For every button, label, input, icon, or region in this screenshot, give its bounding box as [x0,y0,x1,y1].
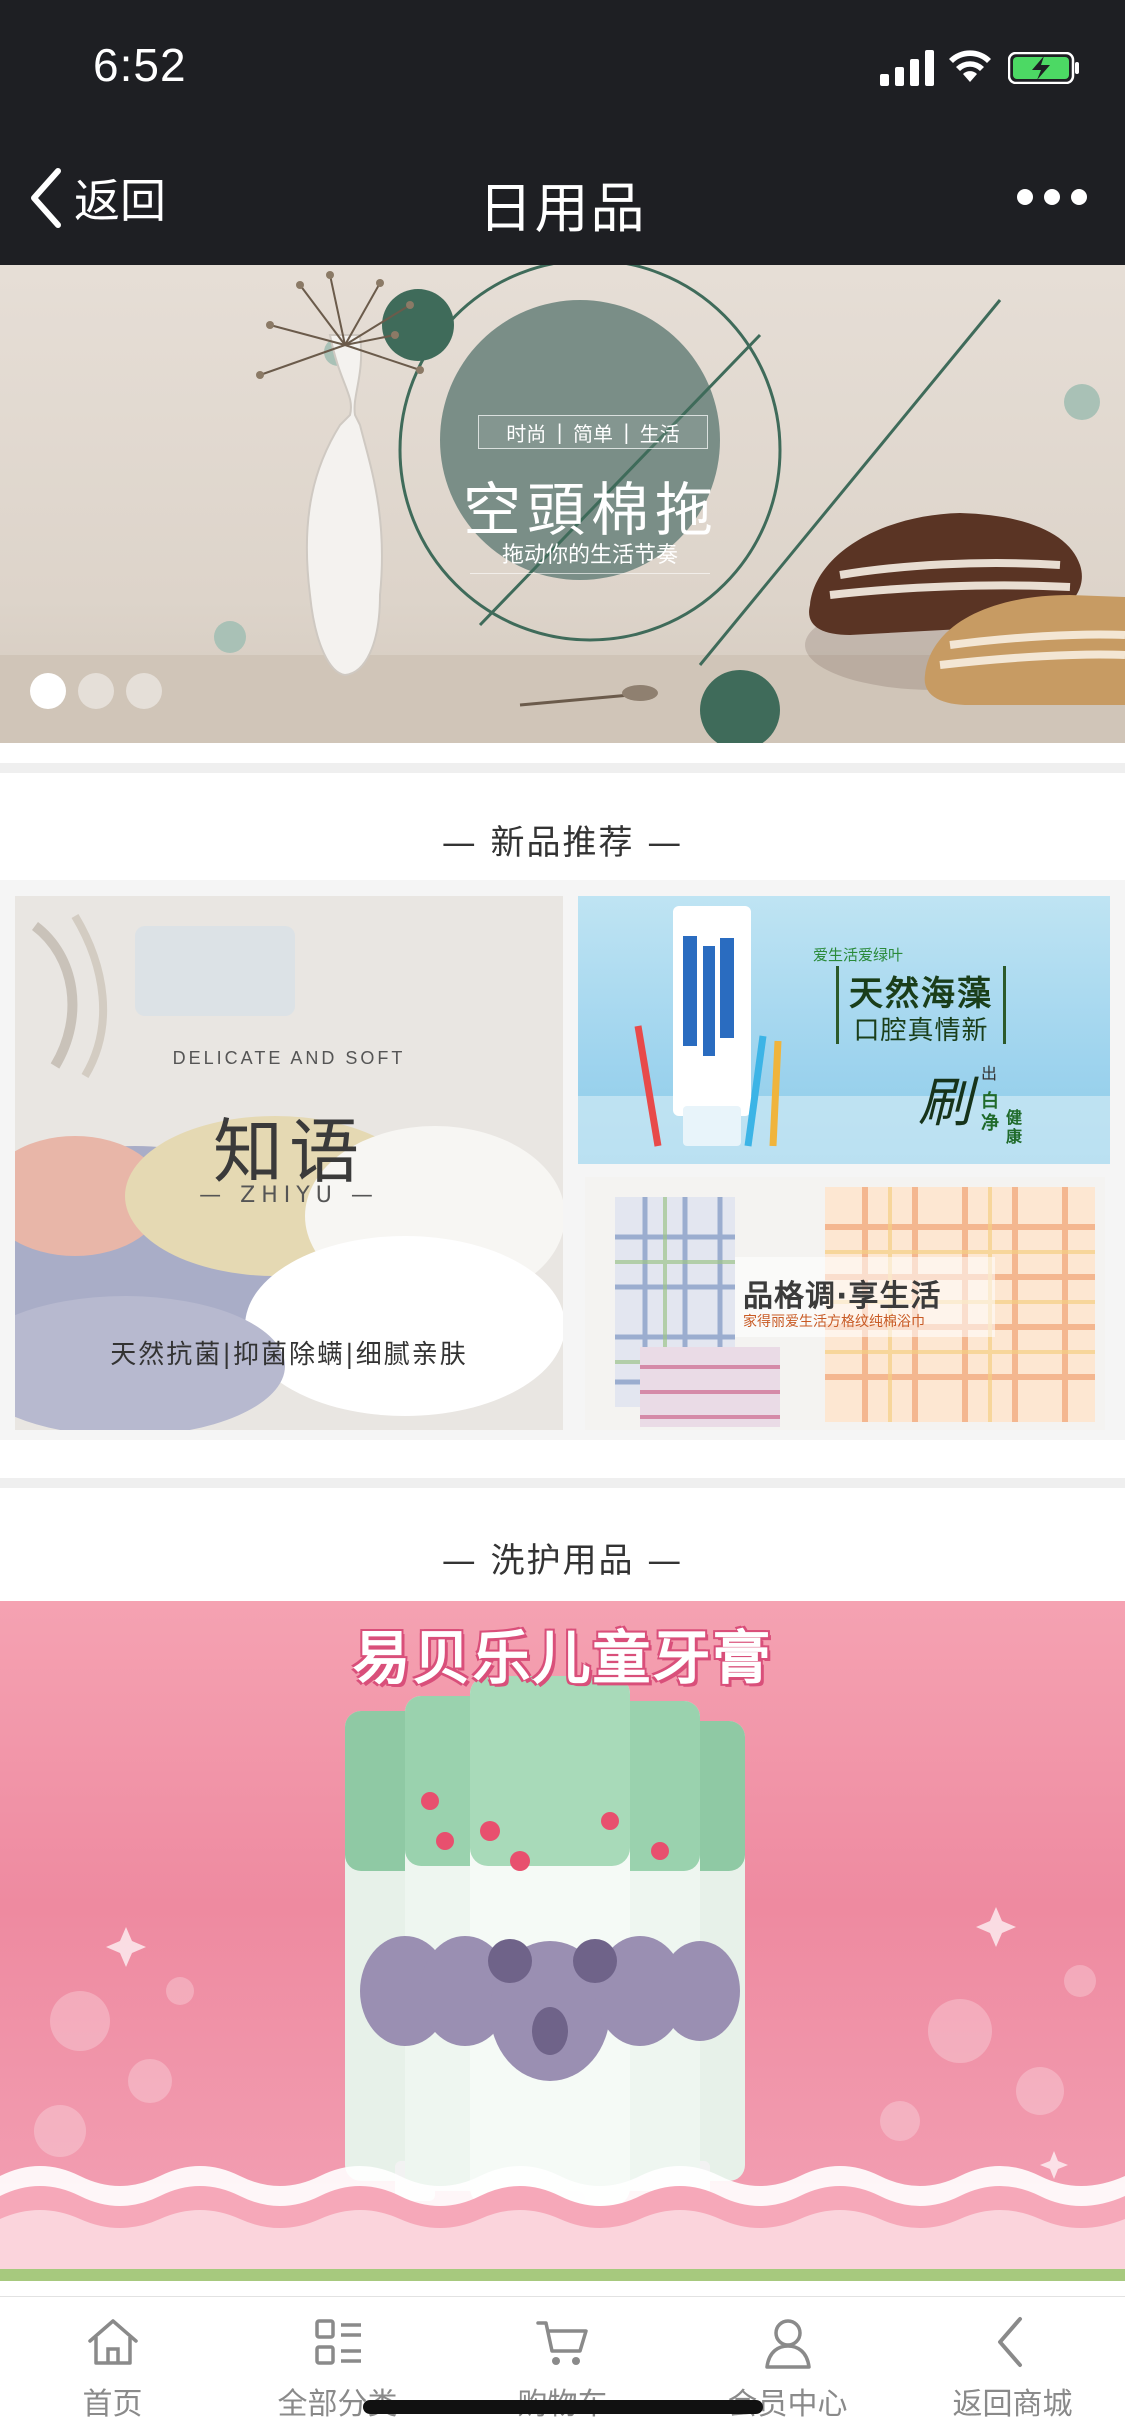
tab-back-to-mall[interactable]: 返回商城 [900,2297,1125,2436]
tab-member-center[interactable]: 会员中心 [675,2297,900,2436]
carousel-dot[interactable] [126,673,162,709]
bottom-tab-bar: 首页 全部分类 购物车 会员中心 返回商城 [0,2296,1125,2436]
status-time: 6:52 [93,39,187,91]
toothpaste-vertical-b: 白净 [981,1091,999,1134]
nav-bar: 返回 日用品 [0,130,1125,265]
section-title-wash-care: — 洗护用品 — [441,1541,684,1581]
banner-headline: 空頭棉拖 [462,476,719,544]
toothpaste-vertical-c: 健康 [1006,1108,1023,1146]
plaid-subline: 家得丽爱生活方格纹纯棉浴巾 [743,1314,925,1329]
section-divider [0,763,1125,773]
cart-icon [535,2321,588,2365]
more-options-button[interactable] [1017,182,1087,212]
section-title-new-products: — 新品推荐 — [441,823,684,863]
wifi-icon [949,50,991,82]
status-bar: 6:52 [0,0,1125,130]
category-grid-icon [314,2319,361,2365]
towel-romanization: — ZHIYU — [199,1183,379,1208]
home-icon [87,2319,138,2365]
banner-tagline: 时尚 | 简单 | 生活 [478,415,708,449]
tab-label: 返回商城 [952,2387,1073,2422]
toothpaste-line1: 天然海藻 [849,974,993,1014]
tagline-word: 生活 [639,421,680,446]
hero-banner[interactable]: 时尚 | 简单 | 生活 空頭棉拖 拖动你的生活节奏 [0,265,1125,743]
tagline-word: 时尚 [506,421,547,446]
toothpaste-brand-line: 爱生活爱绿叶 [813,946,904,964]
carousel-indicator [30,673,162,709]
banner-subline: 拖动你的生活节奏 [470,537,710,574]
promo-tile-toothpaste[interactable]: 爱生活爱绿叶 天然海藻 口腔真情新 刷 出 白净 健康 [578,896,1110,1164]
promo-tile-towel[interactable]: DELICATE AND SOFT 知语 — ZHIYU — 天然抗菌|抑菌除螨… [15,896,563,1430]
wash-banner-title: 易贝乐儿童牙膏 [352,1624,773,1692]
tagline-word: 简单 [573,421,613,446]
signal-icon [880,50,934,86]
section-divider [0,1478,1125,1488]
chevron-left-icon [997,2317,1022,2367]
toothpaste-line2: 口腔真情新 [853,1016,989,1046]
towel-caption: DELICATE AND SOFT [172,1048,406,1068]
toothpaste-brush-char: 刷 [918,1071,972,1134]
tab-home[interactable]: 首页 [0,2297,225,2436]
more-dot-icon [1071,189,1087,205]
home-indicator[interactable] [363,2400,763,2414]
wash-care-banner[interactable]: 易贝乐儿童牙膏 [0,1601,1125,2281]
user-icon [764,2319,811,2369]
tab-label: 首页 [82,2387,143,2422]
more-dot-icon [1017,189,1033,205]
tab-categories[interactable]: 全部分类 [225,2297,450,2436]
carousel-dot[interactable] [78,673,114,709]
more-dot-icon [1044,189,1060,205]
towel-features: 天然抗菌|抑菌除螨|细腻亲肤 [110,1340,468,1370]
tab-cart[interactable]: 购物车 [450,2297,675,2436]
promo-tile-plaid-towel[interactable]: 品格调·享生活 家得丽爱生活方格纹纯棉浴巾 [585,1177,1105,1430]
toothpaste-vertical-a: 出 [981,1064,998,1083]
kids-toothpaste-artwork [0,1676,1125,2281]
plaid-headline: 品格调·享生活 [743,1279,942,1314]
towel-romanization-text: ZHIYU [240,1183,338,1208]
battery-charging-icon [1008,52,1079,84]
page-title: 日用品 [478,177,647,240]
towel-title: 知语 [213,1111,365,1193]
carousel-dot-active[interactable] [30,673,66,709]
